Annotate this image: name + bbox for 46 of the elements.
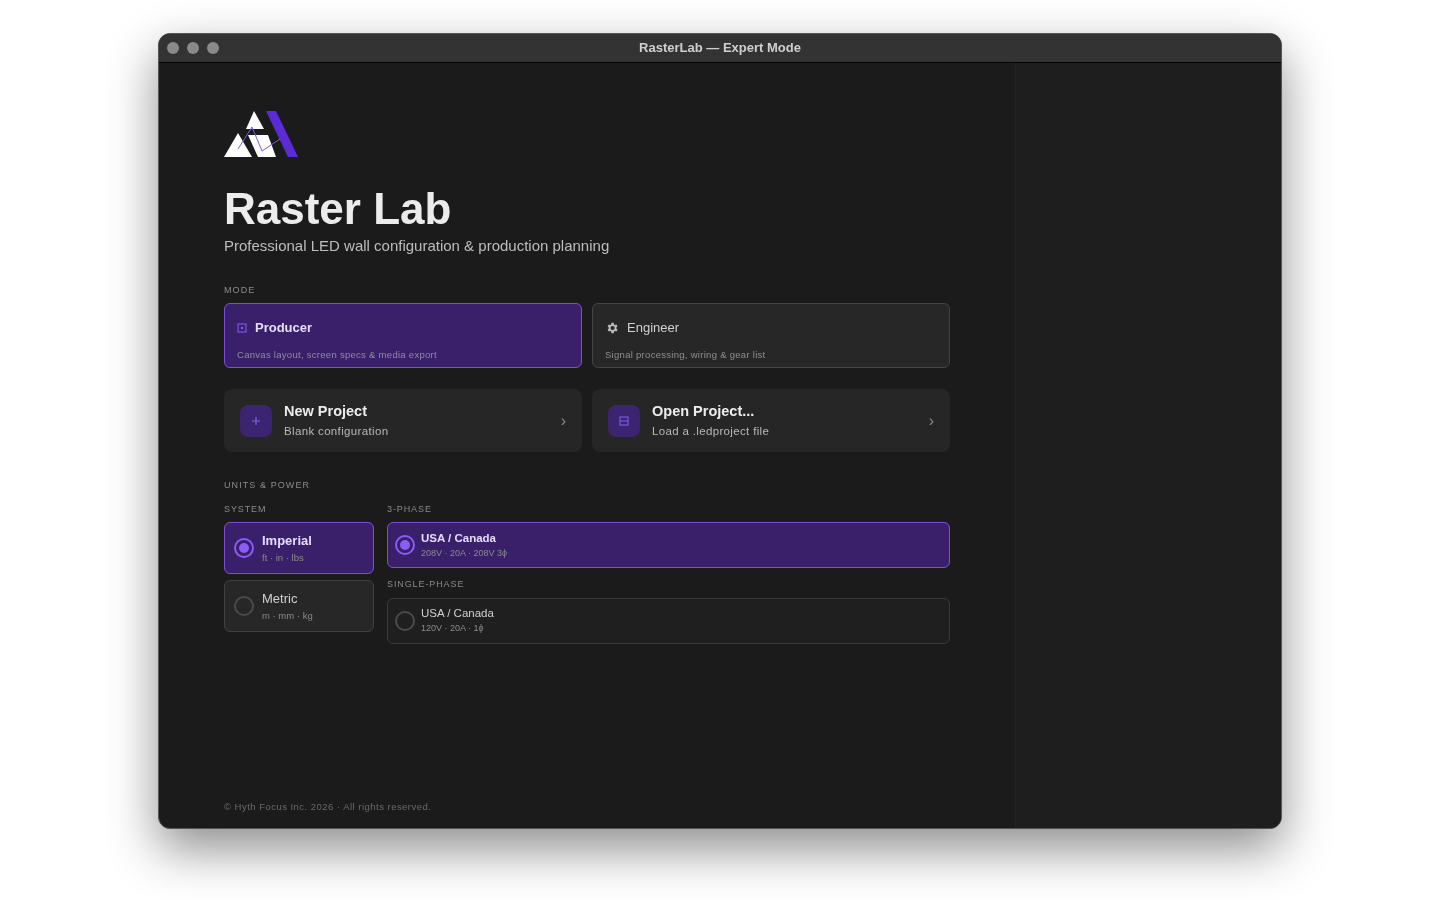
- group-label: SINGLE-PHASE: [387, 578, 466, 591]
- gear-icon: [605, 320, 619, 335]
- plus-icon: [240, 404, 272, 437]
- minimize-button[interactable]: [187, 42, 199, 54]
- mode-title: Producer: [255, 319, 313, 337]
- section-label: UNITS & POWER: [224, 479, 312, 492]
- close-button[interactable]: [167, 42, 179, 54]
- logo-icon: [224, 111, 298, 157]
- option-title: Imperial: [262, 532, 312, 551]
- mode-title: Engineer: [627, 319, 680, 337]
- copyright-text: © Hyth Focus Inc. 2026 · All rights reserved.: [224, 799, 433, 814]
- mode-card[interactable]: Producer Canvas layout, screen specs & media export: [224, 303, 582, 368]
- window-title: RasterLab — Expert Mode: [639, 39, 801, 58]
- radio-button[interactable]: [395, 535, 415, 555]
- option-title: USA / Canada: [421, 606, 494, 622]
- mode-description: Canvas layout, screen specs & media export: [237, 347, 438, 362]
- chevron-icon: ›: [560, 408, 566, 433]
- radio-button[interactable]: [395, 610, 415, 631]
- action-card[interactable]: Open Project... Load a .ledproject file ›: [592, 389, 950, 452]
- group-label: SYSTEM: [224, 502, 268, 516]
- option-detail: 208V · 20A · 208V 3ϕ: [421, 546, 508, 560]
- group-label: 3-PHASE: [387, 502, 433, 516]
- option-detail: ft · in · lbs: [262, 550, 305, 565]
- action-subtitle: Load a .ledproject file: [652, 423, 771, 439]
- zoom-button[interactable]: [207, 42, 219, 54]
- power-option[interactable]: USA / Canada 120V · 20A · 1ϕ: [387, 597, 950, 644]
- app-subtitle: Professional LED wall configuration & production planning: [224, 236, 611, 256]
- mode-card[interactable]: Engineer Signal processing, wiring & gear list: [592, 303, 950, 368]
- option-title: Metric: [262, 590, 299, 609]
- power-option[interactable]: USA / Canada 208V · 20A · 208V 3ϕ: [387, 522, 950, 568]
- option-detail: m · mm · kg: [262, 608, 313, 623]
- chevron-icon: ›: [928, 408, 934, 433]
- radio-button[interactable]: [234, 538, 254, 558]
- option-title: USA / Canada: [421, 530, 497, 546]
- action-title: New Project: [284, 402, 368, 421]
- section-label: MODE: [224, 283, 257, 297]
- square-icon: [237, 322, 247, 333]
- action-card[interactable]: New Project Blank configuration ›: [224, 389, 582, 452]
- radio-button[interactable]: [234, 596, 254, 616]
- action-subtitle: Blank configuration: [284, 423, 390, 439]
- mode-description: Signal processing, wiring & gear list: [605, 347, 767, 362]
- action-title: Open Project...: [652, 402, 756, 421]
- unit-option[interactable]: Metric m · mm · kg: [224, 580, 374, 632]
- unit-option[interactable]: Imperial ft · in · lbs: [224, 522, 374, 574]
- app-title: Raster Lab: [224, 185, 453, 233]
- option-detail: 120V · 20A · 1ϕ: [421, 622, 485, 636]
